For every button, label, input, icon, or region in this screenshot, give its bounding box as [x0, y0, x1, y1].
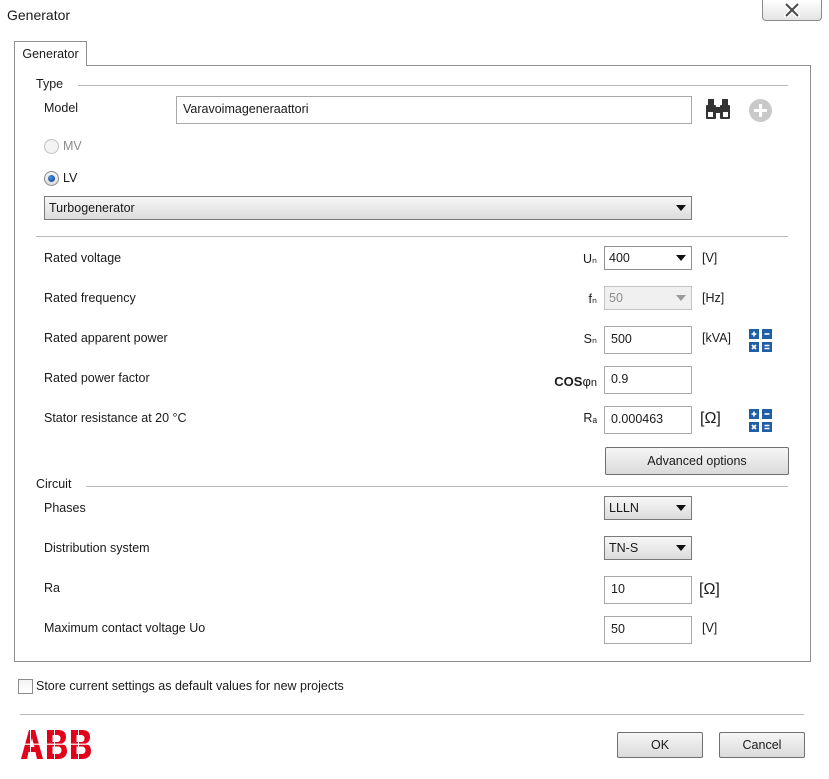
rated-frequency-value: 50 — [609, 291, 623, 305]
rated-frequency-label: Rated frequency — [44, 291, 136, 305]
rated-power-factor-input[interactable]: 0.9 — [604, 366, 692, 394]
rated-power-factor-label: Rated power factor — [44, 371, 150, 385]
chevron-down-icon — [676, 205, 686, 211]
chevron-down-icon — [676, 545, 686, 551]
rated-voltage-unit: [V] — [702, 251, 718, 265]
generator-type-select[interactable]: Turbogenerator — [44, 196, 692, 220]
close-icon — [784, 3, 800, 17]
generator-type-value: Turbogenerator — [49, 201, 135, 215]
rated-voltage-symbol: Uₙ — [582, 252, 597, 266]
ra-input[interactable]: 10 — [604, 576, 692, 604]
type-section-title: Type — [36, 77, 64, 91]
close-button[interactable] — [762, 0, 822, 21]
power-factor-symbol-phi: φ — [582, 374, 591, 389]
binoculars-icon[interactable] — [705, 97, 731, 123]
window-title: Generator — [7, 7, 71, 23]
circuit-section-divider — [86, 486, 788, 487]
ok-button-label: OK — [650, 738, 670, 752]
rated-frequency-select[interactable]: 50 — [604, 286, 692, 310]
phases-select[interactable]: LLLN — [604, 496, 692, 520]
rated-apparent-power-label: Rated apparent power — [44, 331, 168, 345]
calculator-icon[interactable] — [749, 329, 772, 352]
stator-resistance-unit: [Ω] — [700, 410, 721, 427]
model-label: Model — [44, 101, 79, 115]
store-defaults-label: Store current settings as default values… — [36, 679, 344, 693]
calculator-icon[interactable] — [749, 409, 772, 432]
rated-apparent-power-unit: [kVA] — [702, 331, 731, 345]
rated-section-divider — [36, 236, 788, 237]
rated-voltage-value: 400 — [609, 251, 630, 265]
advanced-options-label: Advanced options — [647, 454, 747, 468]
abb-logo — [21, 730, 97, 759]
distribution-system-select[interactable]: TN-S — [604, 536, 692, 560]
ra-label: Ra — [44, 581, 60, 595]
distribution-system-value: TN-S — [609, 541, 639, 555]
tab-generator[interactable]: Generator — [14, 41, 87, 66]
generator-panel — [14, 65, 811, 662]
rated-apparent-power-input[interactable]: 500 — [604, 326, 692, 354]
power-factor-symbol: COSφn — [540, 374, 597, 389]
add-icon[interactable] — [748, 98, 773, 123]
tab-generator-label: Generator — [22, 47, 79, 61]
cancel-button-label: Cancel — [742, 738, 782, 752]
power-factor-symbol-cos: COS — [554, 374, 583, 389]
footer-divider — [20, 714, 804, 715]
advanced-options-button[interactable]: Advanced options — [605, 447, 789, 475]
contact-voltage-label: Maximum contact voltage Uo — [44, 621, 206, 635]
circuit-section-title: Circuit — [36, 477, 72, 491]
contact-voltage-input[interactable]: 50 — [604, 616, 692, 644]
ok-button[interactable]: OK — [617, 732, 703, 758]
type-section-divider — [78, 85, 788, 86]
stator-resistance-symbol: Rₐ — [583, 411, 597, 425]
chevron-down-icon — [676, 505, 686, 511]
rated-apparent-power-symbol: Sₙ — [583, 332, 597, 346]
model-input[interactable]: Varavoimageneraattori — [176, 96, 692, 124]
stator-resistance-input[interactable]: 0.000463 — [604, 406, 692, 434]
phases-value: LLLN — [609, 501, 639, 515]
rated-voltage-select[interactable]: 400 — [604, 246, 692, 270]
ra-unit: [Ω] — [699, 581, 720, 598]
cancel-button[interactable]: Cancel — [719, 732, 805, 758]
chevron-down-icon — [676, 255, 686, 261]
power-factor-symbol-sub: n — [590, 377, 597, 389]
lv-label: LV — [63, 171, 78, 185]
lv-radio[interactable] — [44, 171, 59, 186]
rated-frequency-unit: [Hz] — [702, 291, 725, 305]
store-defaults-checkbox[interactable] — [18, 679, 33, 694]
mv-label: MV — [63, 139, 82, 153]
stator-resistance-label: Stator resistance at 20 °C — [44, 411, 187, 425]
rated-voltage-label: Rated voltage — [44, 251, 122, 265]
rated-frequency-symbol: fₙ — [588, 292, 597, 306]
mv-radio[interactable] — [44, 139, 59, 154]
phases-label: Phases — [44, 501, 86, 515]
contact-voltage-unit: [V] — [702, 621, 718, 635]
distribution-system-label: Distribution system — [44, 541, 150, 555]
chevron-down-icon — [676, 295, 686, 301]
